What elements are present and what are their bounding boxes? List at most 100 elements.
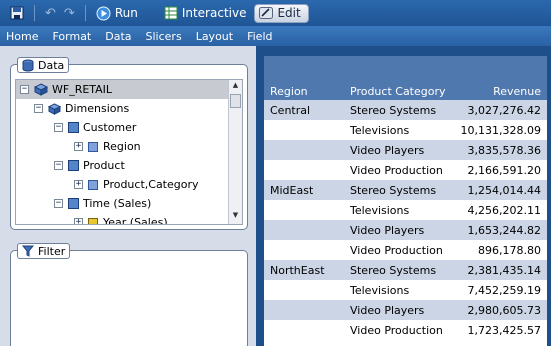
collapse-icon[interactable]: −: [54, 123, 63, 132]
tree-node-time[interactable]: − Time (Sales): [54, 194, 151, 213]
scroll-thumb[interactable]: [230, 94, 241, 108]
table-row: Central Stereo Systems 3,027,276.42: [264, 100, 547, 120]
edit-icon: [259, 7, 274, 19]
table-row: Video Players 1,653,244.82: [264, 220, 547, 240]
menu-layout[interactable]: Layout: [196, 30, 233, 43]
header-product-category[interactable]: Product Category: [344, 56, 452, 100]
undo-icon: ↶: [45, 5, 56, 21]
data-panel: Data − WF_RETAIL − Dimensions − Customer…: [10, 57, 248, 230]
tree-node-region[interactable]: + Region: [74, 137, 141, 156]
cell-revenue[interactable]: 3,835,578.36: [452, 140, 547, 160]
collapse-icon[interactable]: −: [34, 104, 43, 113]
table-row: Televisions 10,131,328.09: [264, 120, 547, 140]
cell-product-category[interactable]: Video Production: [344, 320, 452, 340]
header-revenue[interactable]: Revenue: [452, 56, 547, 100]
cell-product-category[interactable]: Stereo Systems: [344, 100, 452, 120]
toolbar-separator: [34, 5, 35, 21]
menu-home[interactable]: Home: [6, 30, 38, 43]
tree-node-customer[interactable]: − Customer: [54, 118, 136, 137]
cell-product-category[interactable]: Stereo Systems: [344, 180, 452, 200]
tree-node-year[interactable]: + Year,(Sales): [74, 213, 168, 224]
filter-icon: [22, 245, 34, 257]
tree-label-product: Product: [83, 159, 125, 172]
menu-field[interactable]: Field: [247, 30, 272, 43]
tree-label-dimensions: Dimensions: [65, 102, 130, 115]
edit-label: Edit: [277, 6, 301, 20]
cell-region[interactable]: [264, 200, 344, 220]
collapse-icon[interactable]: −: [20, 85, 29, 94]
save-button[interactable]: [6, 3, 28, 23]
menu-bar: Home Format Data Slicers Layout Field: [0, 26, 551, 46]
cell-region[interactable]: MidEast: [264, 180, 344, 200]
undo-button[interactable]: ↶: [41, 3, 60, 23]
cell-revenue[interactable]: 1,723,425.57: [452, 320, 547, 340]
table-row: Video Players 3,835,578.36: [264, 140, 547, 160]
data-tree: − WF_RETAIL − Dimensions − Customer + Re…: [15, 79, 243, 225]
cell-product-category[interactable]: Video Players: [344, 140, 452, 160]
cell-product-category[interactable]: Video Production: [344, 160, 452, 180]
scroll-up-icon[interactable]: ▲: [229, 81, 242, 93]
cell-revenue[interactable]: 1,653,244.82: [452, 220, 547, 240]
cell-product-category[interactable]: Video Players: [344, 300, 452, 320]
collapse-icon[interactable]: −: [54, 161, 63, 170]
tree-scrollbar[interactable]: ▲ ▼: [228, 80, 242, 224]
edit-button[interactable]: Edit: [254, 3, 309, 23]
cube-icon: [34, 83, 48, 96]
collapse-icon[interactable]: −: [54, 199, 63, 208]
cell-region[interactable]: [264, 140, 344, 160]
tree-label-region: Region: [103, 140, 141, 153]
menu-data[interactable]: Data: [105, 30, 131, 43]
cell-region[interactable]: [264, 220, 344, 240]
expand-icon[interactable]: +: [74, 180, 83, 189]
cell-revenue[interactable]: 7,452,259.19: [452, 280, 547, 300]
report-header-row: Region Product Category Revenue: [264, 56, 547, 100]
cell-region[interactable]: [264, 280, 344, 300]
cell-revenue[interactable]: 2,381,435.14: [452, 260, 547, 280]
menu-format[interactable]: Format: [52, 30, 91, 43]
cell-product-category[interactable]: Video Players: [344, 220, 452, 240]
table-row: Video Production 2,166,591.20: [264, 160, 547, 180]
cube-icon: [48, 102, 61, 115]
cell-region[interactable]: Central: [264, 100, 344, 120]
cell-region[interactable]: [264, 320, 344, 340]
scroll-down-icon[interactable]: ▼: [229, 211, 242, 223]
header-region[interactable]: Region: [264, 56, 344, 100]
cell-region[interactable]: [264, 240, 344, 260]
cell-revenue[interactable]: 896,178.80: [452, 240, 547, 260]
menu-slicers[interactable]: Slicers: [146, 30, 182, 43]
table-row: Video Production 1,723,425.57: [264, 320, 547, 340]
toolbar-separator: [84, 5, 86, 21]
report-table: Region Product Category Revenue Central S…: [264, 56, 547, 340]
table-row: Video Production 896,178.80: [264, 240, 547, 260]
cell-product-category[interactable]: Televisions: [344, 120, 452, 140]
data-panel-title: Data: [38, 58, 65, 72]
tree-node-product-category[interactable]: + Product,Category: [74, 175, 199, 194]
tree-node-dimensions[interactable]: − Dimensions: [34, 99, 129, 118]
expand-icon[interactable]: +: [74, 142, 83, 151]
cell-region[interactable]: [264, 300, 344, 320]
cell-revenue[interactable]: 4,256,202.11: [452, 200, 547, 220]
cell-product-category[interactable]: Televisions: [344, 200, 452, 220]
interactive-button[interactable]: Interactive: [160, 3, 251, 23]
cell-revenue[interactable]: 3,027,276.42: [452, 100, 547, 120]
cell-revenue[interactable]: 1,254,014.44: [452, 180, 547, 200]
cell-product-category[interactable]: Televisions: [344, 280, 452, 300]
cell-region[interactable]: [264, 120, 344, 140]
cell-revenue[interactable]: 2,166,591.20: [452, 160, 547, 180]
cell-revenue[interactable]: 2,980,605.73: [452, 300, 547, 320]
redo-button[interactable]: ↷: [60, 3, 79, 23]
tree-node-wf-retail[interactable]: − WF_RETAIL: [16, 80, 228, 99]
data-panel-header: Data: [17, 57, 70, 73]
filter-panel: Filter: [10, 243, 248, 346]
cell-product-category[interactable]: Video Production: [344, 240, 452, 260]
redo-icon: ↷: [63, 5, 75, 21]
expand-icon[interactable]: +: [74, 218, 83, 224]
cell-product-category[interactable]: Stereo Systems: [344, 260, 452, 280]
run-button[interactable]: Run: [92, 3, 142, 23]
tree-node-product[interactable]: − Product: [54, 156, 125, 175]
cell-region[interactable]: NorthEast: [264, 260, 344, 280]
tree-label-product-category: Product,Category: [103, 178, 199, 191]
cell-revenue[interactable]: 10,131,328.09: [452, 120, 547, 140]
database-icon: [22, 59, 34, 71]
cell-region[interactable]: [264, 160, 344, 180]
